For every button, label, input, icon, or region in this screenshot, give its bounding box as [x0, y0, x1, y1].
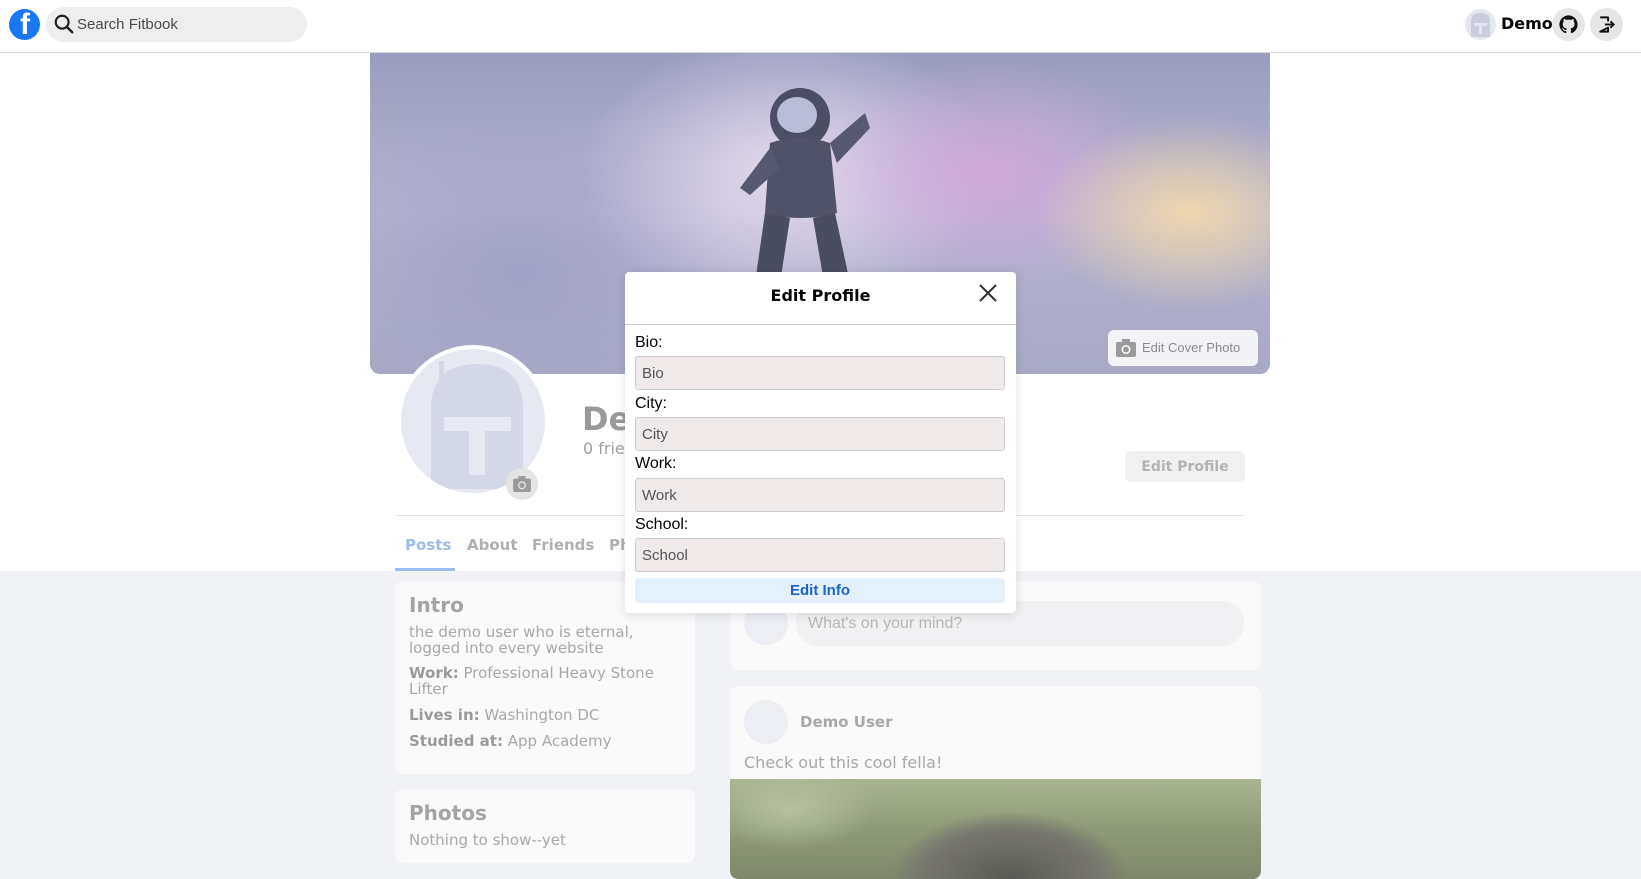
post-image[interactable] — [730, 779, 1261, 879]
tab-posts[interactable]: Posts — [405, 536, 451, 554]
post-text: Check out this cool fella! — [744, 753, 943, 772]
edit-cover-photo-button[interactable]: Edit Cover Photo — [1108, 330, 1258, 366]
city-input[interactable] — [635, 417, 1005, 451]
modal-divider — [625, 324, 1016, 325]
work-input[interactable] — [635, 478, 1005, 512]
nav-user-name[interactable]: Demo — [1501, 14, 1553, 33]
nav-avatar[interactable] — [1465, 9, 1496, 40]
lives-label: Lives in: — [409, 706, 480, 724]
fitbook-logo-icon[interactable]: f — [9, 9, 40, 40]
photos-empty-text: Nothing to show--yet — [409, 831, 566, 849]
astronaut-illustration — [740, 88, 870, 288]
intro-bio-line-2: logged into every website — [409, 639, 604, 657]
edit-info-button[interactable]: Edit Info — [635, 578, 1005, 603]
github-button[interactable] — [1552, 8, 1585, 41]
change-profile-photo-button[interactable] — [506, 468, 538, 500]
edit-profile-button[interactable]: Edit Profile — [1125, 451, 1245, 482]
post-author-avatar[interactable] — [744, 700, 788, 744]
intro-lives-in: Lives in: Washington DC — [409, 707, 599, 723]
edit-cover-photo-label: Edit Cover Photo — [1142, 340, 1241, 355]
city-label: City: — [635, 395, 667, 412]
bio-label: Bio: — [635, 334, 663, 351]
modal-close-button[interactable] — [977, 282, 999, 304]
top-navbar: f Demo — [0, 0, 1641, 53]
studied-value: App Academy — [507, 732, 612, 750]
logout-icon — [1599, 16, 1615, 33]
intro-work: Work: Professional Heavy Stone — [409, 665, 654, 681]
search-input[interactable] — [76, 7, 301, 42]
close-icon — [979, 284, 997, 302]
intro-studied-at: Studied at: App Academy — [409, 733, 612, 749]
photos-card: Photos Nothing to show--yet — [395, 789, 695, 863]
active-tab-indicator — [395, 568, 455, 571]
post-card: Demo User Check out this cool fella! — [730, 686, 1261, 879]
logo-letter: f — [20, 9, 30, 40]
school-input[interactable] — [635, 538, 1005, 572]
school-label: School: — [635, 516, 689, 533]
tab-about[interactable]: About — [467, 536, 518, 554]
modal-title: Edit Profile — [770, 286, 871, 305]
search-bar[interactable] — [46, 7, 307, 42]
intro-title: Intro — [409, 593, 464, 617]
camera-icon — [513, 476, 531, 492]
studied-label: Studied at: — [409, 732, 503, 750]
bio-input[interactable] — [635, 356, 1005, 390]
camera-icon — [1116, 339, 1136, 357]
intro-bio-line-1: the demo user who is eternal, — [409, 623, 634, 641]
github-icon — [1559, 15, 1578, 34]
photos-title: Photos — [409, 801, 487, 825]
helmet-avatar-icon — [1471, 13, 1490, 37]
work-value-line-2: Lifter — [409, 680, 448, 698]
search-icon — [54, 14, 74, 34]
post-author-name[interactable]: Demo User — [800, 713, 892, 731]
work-value-line-1: Professional Heavy Stone — [463, 664, 654, 682]
edit-profile-modal: Edit Profile Bio: City: Work: School: Ed… — [625, 272, 1016, 613]
work-label: Work: — [635, 455, 677, 472]
profile-name: De — [582, 400, 631, 438]
lives-value: Washington DC — [484, 706, 600, 724]
logout-button[interactable] — [1590, 8, 1623, 41]
tab-friends[interactable]: Friends — [532, 536, 594, 554]
